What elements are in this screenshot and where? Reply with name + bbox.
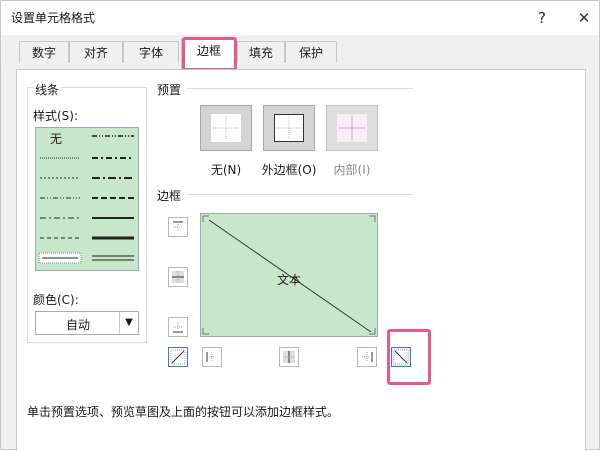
line-style-list[interactable]: 无 xyxy=(35,127,139,271)
border-left-icon xyxy=(206,352,217,362)
line-section-label: 线条 xyxy=(33,81,62,98)
preset-inside-label: 内部(I) xyxy=(333,163,371,177)
preset-outline-button[interactable] xyxy=(263,105,315,151)
preset-none-label: 无(N) xyxy=(210,163,242,177)
preset-outline-icon xyxy=(274,114,304,142)
border-inside-vertical-icon xyxy=(283,351,295,363)
border-inside-horizontal-icon xyxy=(172,271,184,283)
dialog-title: 设置单元格格式 xyxy=(11,11,96,25)
border-top-button[interactable] xyxy=(168,217,188,237)
border-bottom-icon xyxy=(173,322,183,333)
border-top-icon xyxy=(173,221,183,232)
border-left-button[interactable] xyxy=(202,347,222,367)
tab-protection[interactable]: 保护 xyxy=(285,41,337,63)
preset-inside-icon xyxy=(337,114,367,142)
border-inside-horizontal-button[interactable] xyxy=(168,267,188,287)
color-select[interactable]: 自动 ▼ xyxy=(35,311,139,335)
border-bottom-button[interactable] xyxy=(168,317,188,337)
close-icon[interactable]: ✕ xyxy=(571,6,597,30)
preset-none-button[interactable] xyxy=(200,105,252,151)
border-right-icon xyxy=(362,352,373,362)
color-value: 自动 xyxy=(65,318,90,332)
color-label: 颜色(C): xyxy=(33,293,79,307)
tab-fill[interactable]: 填充 xyxy=(237,41,285,63)
preset-section-label: 预置 xyxy=(157,83,182,97)
diagonal-up-icon xyxy=(170,349,186,365)
style-label: 样式(S): xyxy=(33,109,79,123)
tab-font[interactable]: 字体 xyxy=(123,41,179,63)
preset-separator xyxy=(187,88,413,89)
title-bar: 设置单元格格式 ? ✕ xyxy=(1,1,599,35)
border-section-label: 边框 xyxy=(157,189,182,203)
format-cells-dialog: 设置单元格格式 ? ✕ 数字 对齐 字体 边框 填充 保护 线条 样式(S): … xyxy=(0,0,600,451)
border-diagonal-up-button[interactable] xyxy=(168,347,188,367)
preset-none-icon xyxy=(211,114,241,142)
tab-number[interactable]: 数字 xyxy=(19,41,69,63)
preset-inside-button xyxy=(326,105,378,151)
line-style-swatches[interactable] xyxy=(36,128,138,270)
hint-text: 单击预置选项、预览草图及上面的按钮可以添加边框样式。 xyxy=(27,405,340,419)
tab-alignment[interactable]: 对齐 xyxy=(69,41,123,63)
preset-outline-label: 外边框(O) xyxy=(261,163,317,177)
preview-text: 文本 xyxy=(276,273,301,287)
border-preview[interactable]: 文本 xyxy=(200,213,378,337)
border-right-button[interactable] xyxy=(357,347,377,367)
chevron-down-icon[interactable]: ▼ xyxy=(119,312,138,334)
help-icon[interactable]: ? xyxy=(529,6,555,30)
border-inside-vertical-button[interactable] xyxy=(279,347,299,367)
diagonal-highlight-box xyxy=(387,329,431,385)
tab-strip: 数字 对齐 字体 边框 填充 保护 xyxy=(1,35,599,69)
background-gridline xyxy=(1,69,2,451)
border-separator xyxy=(187,194,413,195)
tab-highlight-box xyxy=(182,37,237,71)
